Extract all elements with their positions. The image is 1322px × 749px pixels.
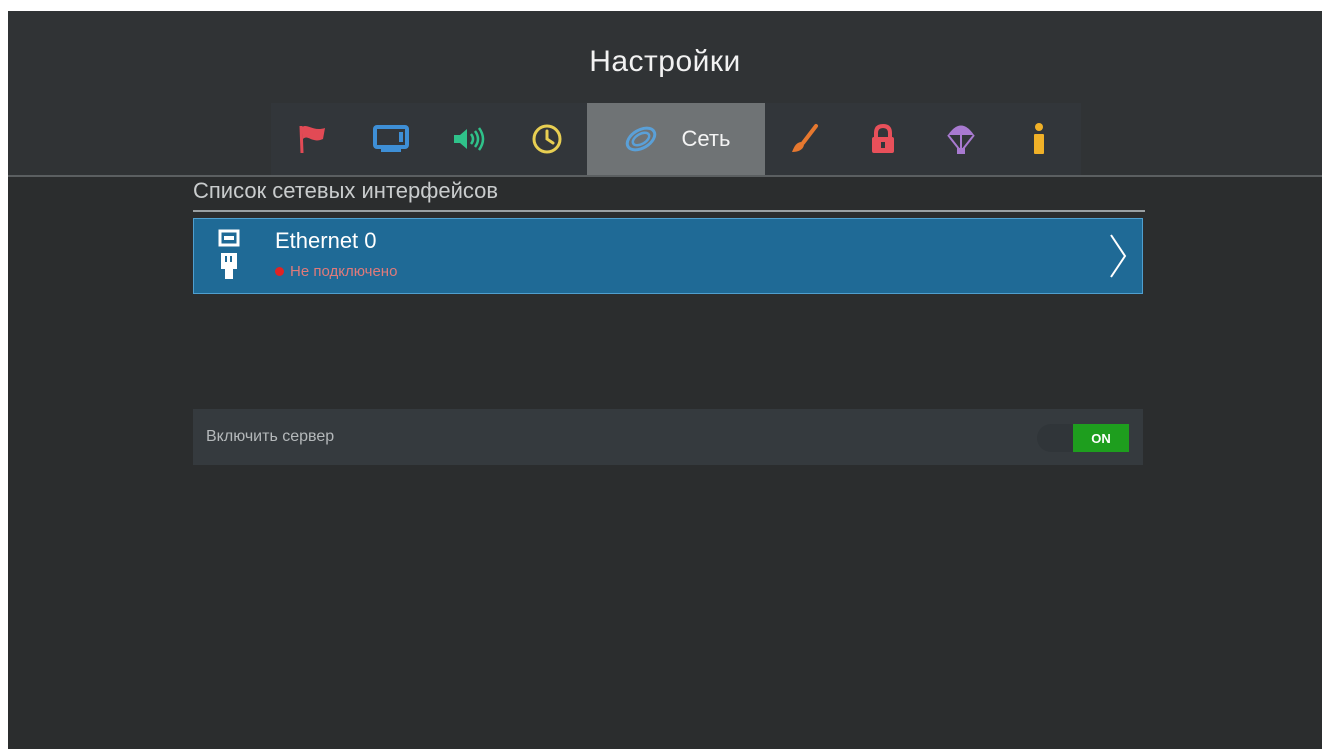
settings-screen: Настройки Сеть Список сетевых интерфейсо… [8, 11, 1322, 749]
tab-security[interactable] [851, 103, 915, 175]
tab-display[interactable] [359, 103, 423, 175]
section-divider [193, 210, 1145, 212]
page-title: Настройки [589, 45, 741, 78]
status-dot-icon [275, 267, 284, 276]
info-icon [1031, 122, 1047, 156]
section-title: Список сетевых интерфейсов [193, 178, 499, 203]
tab-updates[interactable] [929, 103, 993, 175]
tab-network[interactable]: Сеть [587, 103, 765, 175]
speaker-icon [451, 124, 487, 154]
server-setting-row[interactable]: Включить сервер ON [193, 409, 1143, 465]
server-label: Включить сервер [206, 428, 335, 445]
clock-icon [531, 123, 563, 155]
interface-status-text: Не подключено [290, 263, 398, 280]
server-toggle[interactable]: ON [1037, 424, 1129, 452]
lock-icon [869, 123, 897, 155]
flag-icon [296, 123, 330, 155]
tab-info[interactable] [1007, 103, 1071, 175]
brush-icon [789, 123, 821, 155]
settings-tabbar: Сеть [271, 103, 1081, 175]
interface-row-ethernet0[interactable]: Ethernet 0 Не подключено [193, 218, 1143, 294]
tv-screen-icon [373, 124, 409, 154]
interface-name: Ethernet 0 [275, 228, 377, 253]
header-divider [8, 175, 1322, 177]
ethernet-plug-icon [218, 229, 240, 290]
parachute-icon [946, 122, 976, 156]
tab-appearance[interactable] [773, 103, 837, 175]
network-icon [622, 124, 660, 154]
tab-flag[interactable] [281, 103, 345, 175]
toggle-on-indicator: ON [1073, 424, 1129, 452]
tab-time[interactable] [515, 103, 579, 175]
tab-network-label: Сеть [681, 126, 731, 151]
tab-sound[interactable] [437, 103, 501, 175]
chevron-right-icon [1108, 233, 1128, 284]
interface-status: Не подключено [275, 263, 397, 280]
